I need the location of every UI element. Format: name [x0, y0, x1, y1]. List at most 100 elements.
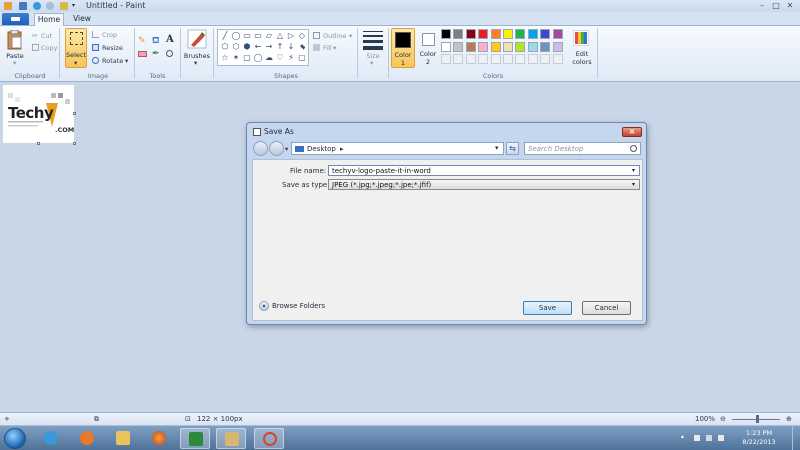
forward-icon[interactable]	[269, 141, 284, 156]
recent-locations-icon[interactable]: ▾	[285, 145, 288, 153]
close-icon[interactable]: ✕	[786, 2, 794, 10]
five-point-star-shape-icon[interactable]: ☆	[220, 54, 230, 62]
resize-icon[interactable]	[92, 44, 99, 51]
palette-custom-swatch[interactable]	[503, 54, 513, 64]
taskbar-item-paint[interactable]	[216, 428, 246, 449]
lightning-shape-icon[interactable]: ⚡	[286, 54, 296, 62]
down-arrow-shape-icon[interactable]: ↓	[286, 43, 296, 51]
show-desktop-button[interactable]	[792, 426, 800, 450]
palette-color-swatch[interactable]	[527, 41, 538, 52]
edit-colors-label-2[interactable]: colors	[569, 58, 595, 66]
palette-color-swatch[interactable]	[441, 29, 451, 39]
drawing-canvas[interactable]: Techy .COM	[3, 85, 74, 143]
hexagon-shape-icon[interactable]: ⬢	[242, 43, 252, 51]
rotate-button[interactable]: Rotate	[102, 57, 123, 65]
edit-colors-icon[interactable]	[573, 30, 589, 46]
palette-color-swatch[interactable]	[527, 29, 538, 39]
show-hidden-icons-icon[interactable]: ▴	[681, 433, 687, 440]
pencil-icon[interactable]: ✎	[138, 36, 146, 46]
text-icon[interactable]: A	[166, 34, 174, 45]
palette-color-swatch[interactable]	[465, 41, 476, 52]
color1-button[interactable]: Color 1	[391, 28, 415, 68]
size-dropdown-icon[interactable]: ▾	[370, 59, 373, 67]
magnifier-icon[interactable]	[166, 50, 173, 57]
palette-custom-swatch[interactable]	[527, 54, 538, 64]
file-name-input[interactable]: techyv-logo-paste-it-in-word ▾	[328, 165, 640, 176]
taskbar-item-firefox[interactable]	[144, 428, 174, 449]
curve-shape-icon[interactable]: ◯	[231, 32, 241, 40]
palette-color-swatch[interactable]	[453, 29, 464, 39]
palette-custom-swatch[interactable]	[465, 54, 476, 64]
palette-color-swatch[interactable]	[465, 29, 476, 39]
search-icon[interactable]	[630, 145, 637, 152]
palette-custom-swatch[interactable]	[490, 54, 501, 64]
save-as-type-dropdown-icon[interactable]: ▾	[632, 181, 635, 188]
palette-color-swatch[interactable]	[478, 29, 489, 39]
rectangle-shape-icon[interactable]: ▭	[253, 32, 263, 40]
resize-button[interactable]: Resize	[102, 44, 123, 52]
zoom-in-icon[interactable]: ⊕	[786, 415, 792, 423]
diamond-shape-icon[interactable]: ⬠	[220, 43, 230, 51]
back-icon[interactable]	[253, 141, 268, 156]
redo-icon[interactable]	[46, 2, 54, 10]
start-button[interactable]	[4, 428, 26, 449]
palette-color-swatch[interactable]	[490, 29, 501, 39]
zoom-slider-thumb[interactable]	[756, 415, 759, 423]
crop-button[interactable]: Crop	[102, 31, 117, 39]
customize-toolbar-icon[interactable]	[60, 2, 68, 10]
fill-icon[interactable]	[313, 44, 320, 51]
tab-home[interactable]: Home	[34, 13, 64, 26]
system-clock[interactable]: 1:23 PM 8/22/2013	[733, 429, 785, 447]
dialog-close-icon[interactable]: ×	[622, 127, 642, 137]
right-arrow-shape-icon[interactable]: ←	[253, 43, 263, 51]
heart-shape-icon[interactable]: ♡	[275, 54, 285, 62]
palette-color-swatch[interactable]	[540, 29, 551, 39]
palette-color-swatch[interactable]	[503, 41, 513, 52]
outline-icon[interactable]	[313, 32, 320, 39]
shapes-scroll-icon[interactable]: ▾	[302, 44, 305, 52]
palette-color-swatch[interactable]	[453, 41, 464, 52]
copy-icon[interactable]	[32, 44, 39, 51]
fill-button[interactable]: Fill	[323, 44, 332, 52]
taskbar-item-excel[interactable]	[180, 428, 210, 449]
oval-shape-icon[interactable]: ▭	[242, 32, 252, 40]
tab-view[interactable]: View	[68, 13, 96, 26]
resize-handle-bottom[interactable]	[37, 142, 40, 145]
address-bar[interactable]: Desktop ▸ ▾	[291, 142, 504, 155]
taskbar-item-explorer[interactable]	[108, 428, 138, 449]
file-name-value[interactable]: techyv-logo-paste-it-in-word	[332, 167, 431, 175]
rotate-dropdown-icon[interactable]: ▾	[125, 57, 128, 65]
color2-swatch[interactable]	[422, 33, 435, 46]
left-arrow-shape-icon[interactable]: →	[264, 43, 274, 51]
crop-icon[interactable]	[92, 31, 99, 38]
maximize-icon[interactable]: □	[772, 2, 780, 10]
palette-color-swatch[interactable]	[515, 29, 526, 39]
eraser-icon[interactable]	[138, 51, 147, 57]
address-dropdown-icon[interactable]: ▾	[495, 144, 499, 152]
triangle-shape-icon[interactable]: ▷	[286, 32, 296, 40]
pentagon-shape-icon[interactable]: ⬡	[231, 43, 241, 51]
outline-dropdown-icon[interactable]: ▾	[349, 32, 352, 40]
search-input[interactable]: Search Desktop	[524, 142, 641, 155]
palette-color-swatch[interactable]	[441, 41, 451, 52]
rounded-callout-shape-icon[interactable]: ▢	[242, 54, 252, 62]
palette-custom-swatch[interactable]	[441, 54, 451, 64]
palette-custom-swatch[interactable]	[453, 54, 464, 64]
rectangle-callout-shape-icon[interactable]: ▢	[297, 54, 307, 62]
minimize-icon[interactable]: –	[758, 2, 766, 10]
color2-label[interactable]: Color	[418, 50, 438, 58]
fill-bucket-icon[interactable]: ⛾	[152, 36, 159, 47]
resize-handle-corner[interactable]	[73, 142, 76, 145]
taskbar-item-media-player[interactable]	[72, 428, 102, 449]
fill-dropdown-icon[interactable]: ▾	[333, 44, 336, 52]
size-icon[interactable]	[363, 31, 383, 50]
line-shape-icon[interactable]: ╱	[220, 32, 230, 40]
action-center-icon[interactable]	[694, 435, 700, 441]
palette-color-swatch[interactable]	[503, 29, 513, 39]
volume-icon[interactable]	[718, 435, 724, 441]
palette-custom-swatch[interactable]	[478, 54, 489, 64]
palette-color-swatch[interactable]	[478, 41, 489, 52]
breadcrumb-arrow-icon[interactable]: ▸	[340, 145, 344, 153]
palette-custom-swatch[interactable]	[552, 54, 563, 64]
file-menu-button[interactable]	[2, 13, 29, 25]
